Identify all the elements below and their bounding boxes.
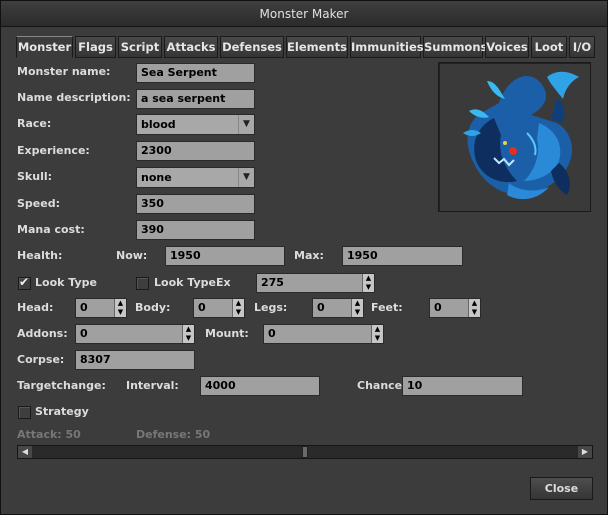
interval-input[interactable]: 4000 [200, 376, 320, 396]
spin-arrows-icon[interactable]: ▲ ▼ [468, 299, 480, 317]
sea-serpent-sprite [463, 71, 579, 200]
health-now-input[interactable]: 1950 [165, 246, 285, 266]
body-spinbox[interactable]: 0 ▲ ▼ [193, 298, 245, 318]
tab-script[interactable]: Script [118, 36, 162, 58]
tab-monster[interactable]: Monster [16, 36, 73, 58]
skull-label: Skull: [17, 170, 53, 183]
corpse-label: Corpse: [17, 353, 65, 366]
spin-arrows-icon[interactable]: ▲ ▼ [351, 299, 363, 317]
addons-value: 0 [80, 327, 88, 340]
name-description-input[interactable]: a sea serpent [136, 89, 255, 109]
legs-label: Legs: [254, 301, 288, 314]
chevron-down-icon[interactable]: ▼ [238, 115, 254, 134]
spin-arrows-icon[interactable]: ▲ ▼ [362, 274, 374, 292]
look-typeex-checkbox[interactable] [136, 277, 149, 290]
close-button[interactable]: Close [530, 477, 593, 500]
experience-input[interactable]: 2300 [136, 141, 255, 161]
experience-label: Experience: [17, 144, 90, 157]
tab-loot[interactable]: Loot [531, 36, 567, 58]
head-value: 0 [80, 301, 88, 314]
speed-label: Speed: [17, 197, 60, 210]
spin-arrows-icon[interactable]: ▲ ▼ [371, 325, 383, 343]
legs-spinbox[interactable]: 0 ▲ ▼ [312, 298, 364, 318]
monster-name-label: Monster name: [17, 65, 111, 78]
mana-cost-input[interactable]: 390 [136, 220, 255, 240]
head-spinbox[interactable]: 0 ▲ ▼ [75, 298, 127, 318]
strategy-label: Strategy [35, 405, 89, 418]
tab-elements[interactable]: Elements [286, 36, 348, 58]
look-type-value: 275 [261, 276, 284, 289]
skull-value: none [141, 171, 172, 184]
tab-io[interactable]: I/O [569, 36, 595, 58]
race-select[interactable]: blood ▼ [136, 114, 255, 135]
monster-maker-window: Monster Maker Monster Flags Script Attac… [0, 0, 608, 515]
look-type-checkbox[interactable] [18, 275, 31, 290]
look-typeex-label: Look TypeEx [154, 276, 231, 289]
tab-defenses[interactable]: Defenses [220, 36, 284, 58]
strategy-checkbox[interactable] [18, 406, 31, 419]
tab-summons[interactable]: Summons [423, 36, 487, 58]
chance-input[interactable]: 10 [402, 376, 523, 396]
defense-value-label: Defense: 50 [136, 428, 211, 441]
targetchange-label: Targetchange: [17, 379, 106, 392]
tab-voices[interactable]: Voices [485, 36, 529, 58]
spin-arrows-icon[interactable]: ▲ ▼ [232, 299, 244, 317]
race-label: Race: [17, 117, 52, 130]
slider-thumb[interactable] [302, 446, 308, 458]
health-now-label: Now: [116, 249, 148, 262]
window-title: Monster Maker [1, 1, 607, 27]
head-label: Head: [17, 301, 54, 314]
mount-label: Mount: [205, 327, 249, 340]
health-max-input[interactable]: 1950 [342, 246, 463, 266]
chevron-right-icon[interactable]: ▶ [578, 446, 592, 458]
chance-label: Chance: [357, 379, 407, 392]
interval-label: Interval: [126, 379, 179, 392]
tab-flags[interactable]: Flags [75, 36, 116, 58]
attack-value-label: Attack: 50 [17, 428, 81, 441]
look-type-label: Look Type [35, 276, 97, 289]
tab-attacks[interactable]: Attacks [164, 36, 218, 58]
mount-spinbox[interactable]: 0 ▲ ▼ [263, 324, 384, 344]
addons-label: Addons: [17, 327, 68, 340]
mount-value: 0 [268, 327, 276, 340]
chevron-down-icon[interactable]: ▼ [238, 168, 254, 187]
monster-portrait [438, 62, 591, 212]
health-label: Health: [17, 249, 63, 262]
tab-immunities[interactable]: Immunities [350, 36, 424, 58]
chevron-left-icon[interactable]: ◀ [18, 446, 32, 458]
spin-arrows-icon[interactable]: ▲ ▼ [114, 299, 126, 317]
body-label: Body: [135, 301, 171, 314]
legs-value: 0 [317, 301, 325, 314]
race-value: blood [141, 118, 176, 131]
skull-select[interactable]: none ▼ [136, 167, 255, 188]
feet-spinbox[interactable]: 0 ▲ ▼ [429, 298, 481, 318]
name-description-label: Name description: [17, 91, 131, 104]
corpse-input[interactable]: 8307 [75, 350, 195, 370]
speed-input[interactable]: 350 [136, 194, 255, 214]
body-value: 0 [198, 301, 206, 314]
mana-cost-label: Mana cost: [17, 223, 85, 236]
feet-label: Feet: [371, 301, 403, 314]
monster-name-input[interactable]: Sea Serpent [136, 63, 255, 83]
look-type-spinbox[interactable]: 275 ▲ ▼ [256, 273, 375, 293]
spin-arrows-icon[interactable]: ▲ ▼ [182, 325, 194, 343]
addons-spinbox[interactable]: 0 ▲ ▼ [75, 324, 195, 344]
feet-value: 0 [434, 301, 442, 314]
strategy-slider[interactable]: ◀ ▶ [17, 445, 593, 459]
health-max-label: Max: [294, 249, 324, 262]
